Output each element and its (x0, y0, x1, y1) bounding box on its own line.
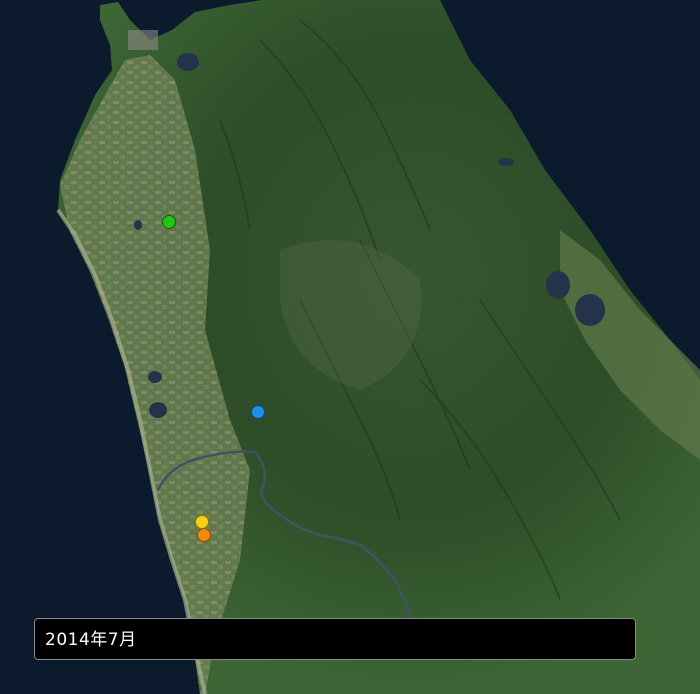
map-marker-orange[interactable] (197, 528, 211, 542)
town-area (128, 30, 158, 50)
timeline-date-label: 2014年7月 (45, 630, 137, 650)
map-marker-blue[interactable] (251, 405, 265, 419)
satellite-map[interactable] (0, 0, 700, 694)
map-marker-green[interactable] (162, 215, 176, 229)
map-marker-yellow[interactable] (195, 515, 209, 529)
timeline-panel: 2014年7月 (34, 618, 636, 660)
